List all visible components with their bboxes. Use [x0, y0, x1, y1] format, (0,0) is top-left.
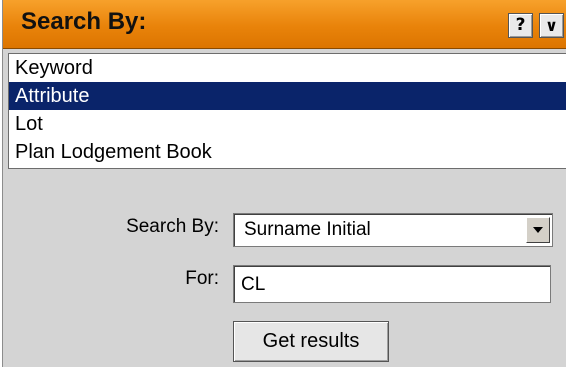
list-item-keyword[interactable]: Keyword [9, 54, 566, 82]
list-item-attribute[interactable]: Attribute [9, 82, 566, 110]
search-by-select[interactable]: Surname Initial [233, 213, 553, 247]
search-by-value: Surname Initial [244, 219, 371, 240]
chevron-down-icon: ∨ [545, 16, 558, 35]
for-label: For: [185, 268, 219, 289]
dropdown-arrow-icon[interactable] [526, 217, 550, 243]
panel-header: Search By: ? ∨ [3, 0, 566, 49]
panel-title: Search By: [21, 8, 147, 35]
help-button[interactable]: ? [508, 13, 533, 38]
collapse-button[interactable]: ∨ [539, 13, 564, 38]
get-results-button[interactable]: Get results [233, 321, 389, 362]
list-item-lot[interactable]: Lot [9, 110, 566, 138]
search-type-list[interactable]: Keyword Attribute Lot Plan Lodgement Boo… [8, 53, 566, 169]
search-panel: Search By: ? ∨ Keyword Attribute Lot Pla… [2, 0, 566, 367]
for-input[interactable]: CL [233, 265, 551, 303]
list-item-plan-lodgement-book[interactable]: Plan Lodgement Book [9, 138, 566, 166]
search-by-label: Search By: [126, 216, 219, 237]
